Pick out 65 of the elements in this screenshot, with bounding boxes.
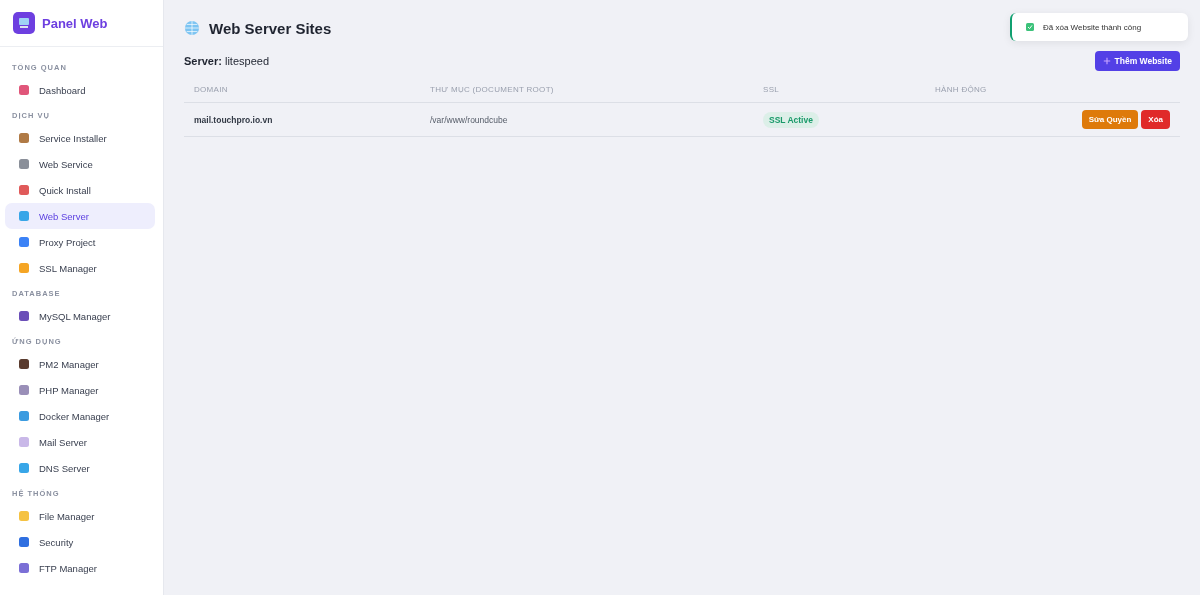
- sidebar-item[interactable]: Mail Server: [5, 429, 155, 455]
- delete-button[interactable]: Xóa: [1141, 110, 1170, 129]
- menu-item-icon: [18, 210, 30, 222]
- sidebar-label: Web Service: [39, 158, 93, 170]
- menu-item-icon: [18, 132, 30, 144]
- menu-item-icon: [18, 262, 30, 274]
- sidebar-label: MySQL Manager: [39, 310, 111, 322]
- sidebar-item[interactable]: Dashboard: [5, 77, 155, 103]
- sidebar-item[interactable]: Service Installer: [5, 125, 155, 151]
- column-header: HÀNH ĐỘNG: [935, 85, 987, 94]
- sidebar-label: Docker Manager: [39, 410, 110, 422]
- sidebar-item[interactable]: Docker Manager: [5, 403, 155, 429]
- menu-item-icon: [18, 184, 30, 196]
- add-website-button[interactable]: Thêm Website: [1094, 51, 1180, 71]
- sidebar-label: File Manager: [39, 510, 95, 522]
- toast-message: Đã xóa Website thành công: [1043, 22, 1142, 32]
- column-header: THƯ MỤC (DOCUMENT ROOT): [430, 85, 554, 94]
- page-title: Web Server Sites: [209, 19, 332, 37]
- menu-item-icon: [18, 562, 30, 574]
- sidebar-label: PHP Manager: [39, 384, 99, 396]
- sidebar-label: Security: [39, 536, 74, 548]
- ssl-badge: SSL Active: [763, 111, 819, 128]
- sidebar-label: Proxy Project: [39, 236, 96, 248]
- column-header: DOMAIN: [194, 85, 228, 94]
- monitor-icon: [13, 12, 35, 34]
- menu-item-icon: [18, 436, 30, 448]
- sidebar-item[interactable]: DNS Server: [5, 455, 155, 481]
- sidebar-label: Dashboard: [39, 84, 86, 96]
- domain-cell: mail.touchpro.io.vn: [194, 114, 273, 125]
- sidebar-item[interactable]: Proxy Project: [5, 229, 155, 255]
- menu-item-icon: [18, 84, 30, 96]
- sidebar-label: SSL Manager: [39, 262, 97, 274]
- menu-item-icon: [18, 236, 30, 248]
- sidebar-item[interactable]: File Manager: [5, 503, 155, 529]
- menu-item-icon: [18, 158, 30, 170]
- sidebar-label: DNS Server: [39, 462, 90, 474]
- sidebar-item[interactable]: MySQL Manager: [5, 303, 155, 329]
- brand-name: Panel Web: [42, 15, 108, 31]
- sidebar-item[interactable]: FTP Manager: [5, 555, 155, 581]
- globe-icon: [184, 20, 200, 36]
- sidebar-label: PM2 Manager: [39, 358, 99, 370]
- menu-item-icon: [18, 536, 30, 548]
- sidebar-label: FTP Manager: [39, 562, 97, 574]
- sidebar-item[interactable]: Web Server: [5, 203, 155, 229]
- sidebar-label: Web Server: [39, 210, 89, 222]
- menu-item-icon: [18, 462, 30, 474]
- menu-item-icon: [18, 310, 30, 322]
- plus-icon: [1102, 57, 1111, 65]
- sidebar-label: Quick Install: [39, 184, 91, 196]
- sidebar-label: Mail Server: [39, 436, 88, 448]
- column-header: SSL: [763, 85, 780, 94]
- menu-item-icon: [18, 358, 30, 370]
- sidebar-label: Service Installer: [39, 132, 107, 144]
- sidebar-item[interactable]: PHP Manager: [5, 377, 155, 403]
- checkbox-icon: [1026, 23, 1034, 31]
- sidebar-item[interactable]: Web Service: [5, 151, 155, 177]
- menu-item-icon: [18, 410, 30, 422]
- menu-item-icon: [18, 384, 30, 396]
- sidebar-item[interactable]: Quick Install: [5, 177, 155, 203]
- path-cell: /var/www/roundcube: [430, 114, 508, 125]
- sidebar-item[interactable]: Security: [5, 529, 155, 555]
- menu-item-icon: [18, 510, 30, 522]
- sidebar-item[interactable]: SSL Manager: [5, 255, 155, 281]
- sidebar-item[interactable]: PM2 Manager: [5, 351, 155, 377]
- server-info: Server: litespeed: [184, 55, 269, 67]
